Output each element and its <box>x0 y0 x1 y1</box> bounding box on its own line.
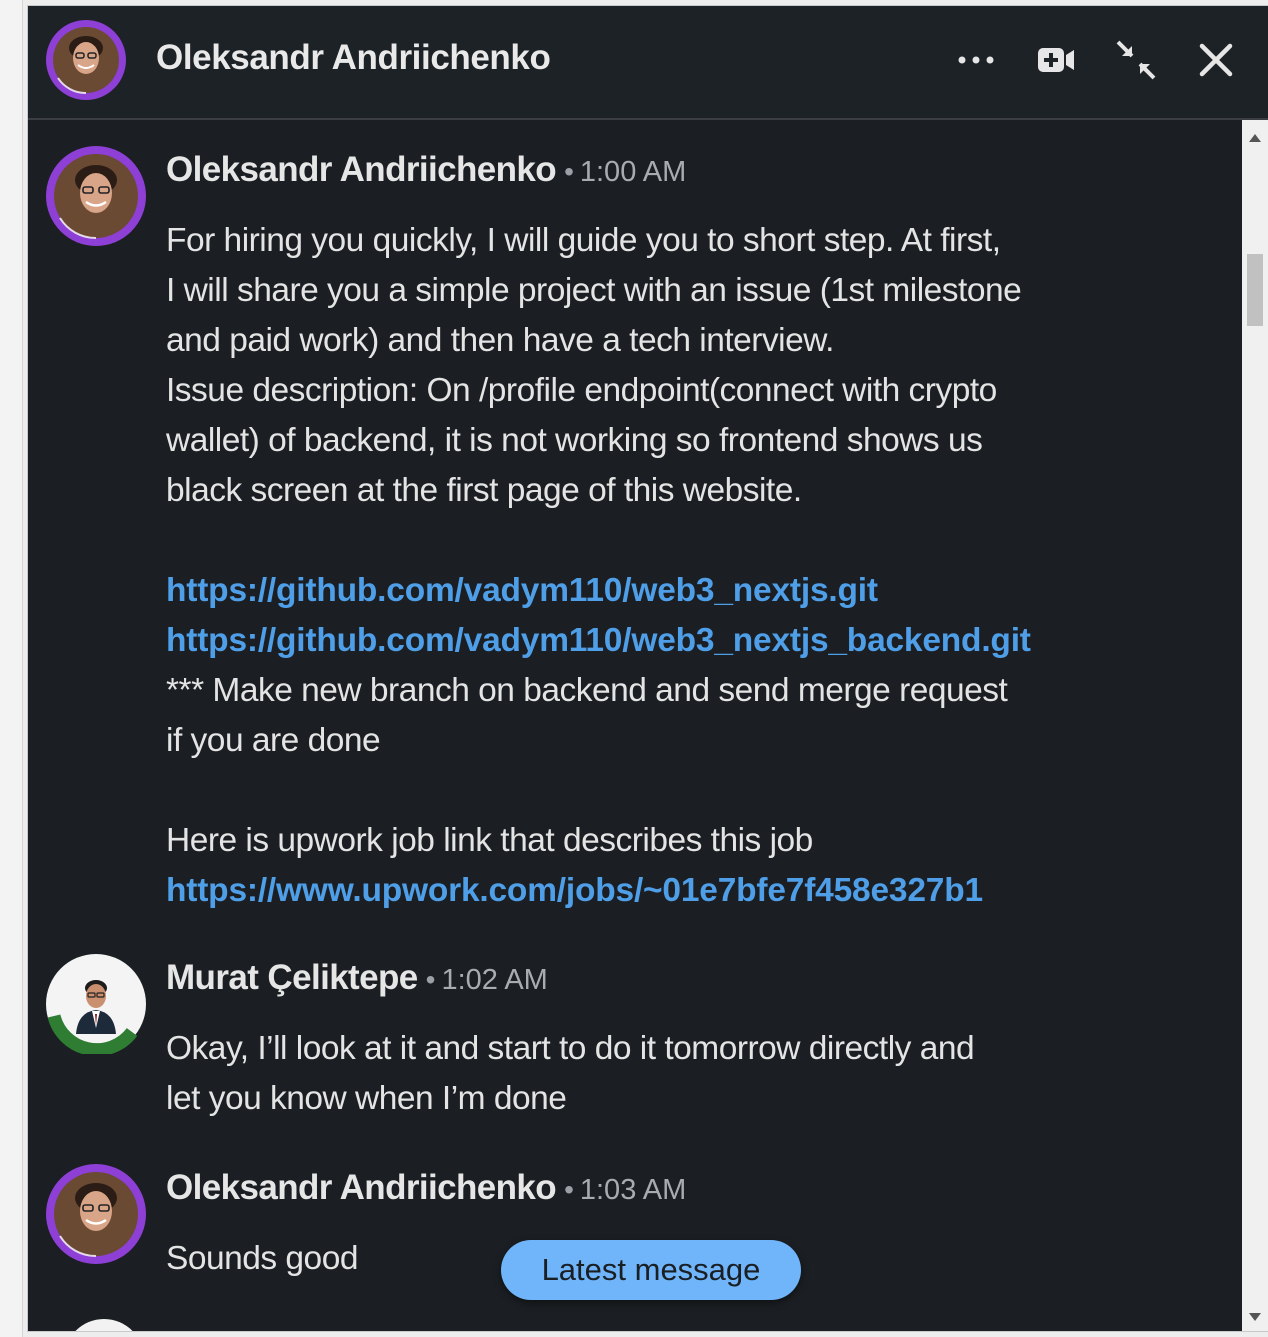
separator-dot: • <box>425 964 436 995</box>
message-time: 1:00 AM <box>579 156 687 188</box>
message-text: Okay, I’ll look at it and start to do it… <box>166 1024 1106 1124</box>
message-line: I will share you a simple project with a… <box>166 272 1022 309</box>
window-left-edge <box>0 0 23 1337</box>
message-list[interactable]: Oleksandr Andriichenko • 1:00 AM For hirin… <box>28 120 1242 1331</box>
upwork-job-link[interactable]: https://www.upwork.com/jobs/~01e7bfe7f45… <box>166 872 983 909</box>
message-text: For hiring you quickly, I will guide you… <box>166 216 1106 916</box>
hiring-avatar-icon <box>46 146 146 246</box>
scroll-up-arrow-icon[interactable] <box>1249 134 1261 142</box>
message-line: Here is upwork job link that describes t… <box>166 822 813 859</box>
close-icon <box>1199 43 1233 77</box>
message-line: let you know when I’m done <box>166 1080 567 1117</box>
conversation-header: Oleksandr Andriichenko <box>28 6 1268 120</box>
hiring-avatar-icon <box>46 20 126 100</box>
more-options-button[interactable] <box>948 32 1004 88</box>
scrollbar[interactable] <box>1242 120 1268 1331</box>
messaging-window: Oleksandr Andriichenko Oleksandr Andriic… <box>28 6 1268 1331</box>
message-line: if you are done <box>166 722 381 759</box>
sender-name[interactable]: Oleksandr Andriichenko <box>166 150 557 189</box>
scroll-down-arrow-icon[interactable] <box>1249 1313 1261 1321</box>
message-line: *** Make new branch on backend and send … <box>166 672 1008 709</box>
separator-dot: • <box>564 156 574 187</box>
conversation-title[interactable]: Oleksandr Andriichenko <box>156 38 551 78</box>
message-line: and paid work) and then have a tech inte… <box>166 322 834 359</box>
minimize-button[interactable] <box>1108 32 1164 88</box>
avatar[interactable] <box>46 1164 146 1264</box>
message-time: 1:02 AM <box>441 964 548 996</box>
sender-name[interactable]: Murat Çeliktepe <box>166 958 418 997</box>
ellipsis-icon <box>958 56 994 64</box>
message-header: Murat Çeliktepe • 1:02 AM <box>166 958 548 998</box>
avatar[interactable] <box>46 20 126 100</box>
avatar[interactable] <box>46 954 146 1057</box>
latest-message-button[interactable]: Latest message <box>501 1240 801 1300</box>
scrollbar-thumb[interactable] <box>1247 254 1263 326</box>
message-line: wallet) of backend, it is not working so… <box>166 422 983 459</box>
separator-dot: • <box>564 1174 574 1205</box>
sender-name[interactable]: Oleksandr Andriichenko <box>166 1168 557 1207</box>
message-line: Issue description: On /profile endpoint(… <box>166 372 997 409</box>
message-header: Oleksandr Andriichenko • 1:03 AM <box>166 1168 686 1208</box>
close-button[interactable] <box>1188 32 1244 88</box>
collapse-arrows-icon <box>1116 40 1156 80</box>
message-time: 1:03 AM <box>579 1174 687 1206</box>
github-backend-link[interactable]: https://github.com/vadym110/web3_nextjs_… <box>166 622 1031 659</box>
video-call-icon <box>1038 48 1074 72</box>
message-line: Okay, I’ll look at it and start to do it… <box>166 1030 975 1067</box>
avatar[interactable] <box>46 146 146 246</box>
open-to-work-avatar-icon <box>46 954 146 1057</box>
message-header: Oleksandr Andriichenko • 1:00 AM <box>166 150 686 190</box>
hiring-avatar-icon <box>46 1164 146 1264</box>
video-call-button[interactable] <box>1028 32 1084 88</box>
message-line: For hiring you quickly, I will guide you… <box>166 222 1001 259</box>
message-line: black screen at the first page of this w… <box>166 472 802 509</box>
github-frontend-link[interactable]: https://github.com/vadym110/web3_nextjs.… <box>166 572 878 609</box>
